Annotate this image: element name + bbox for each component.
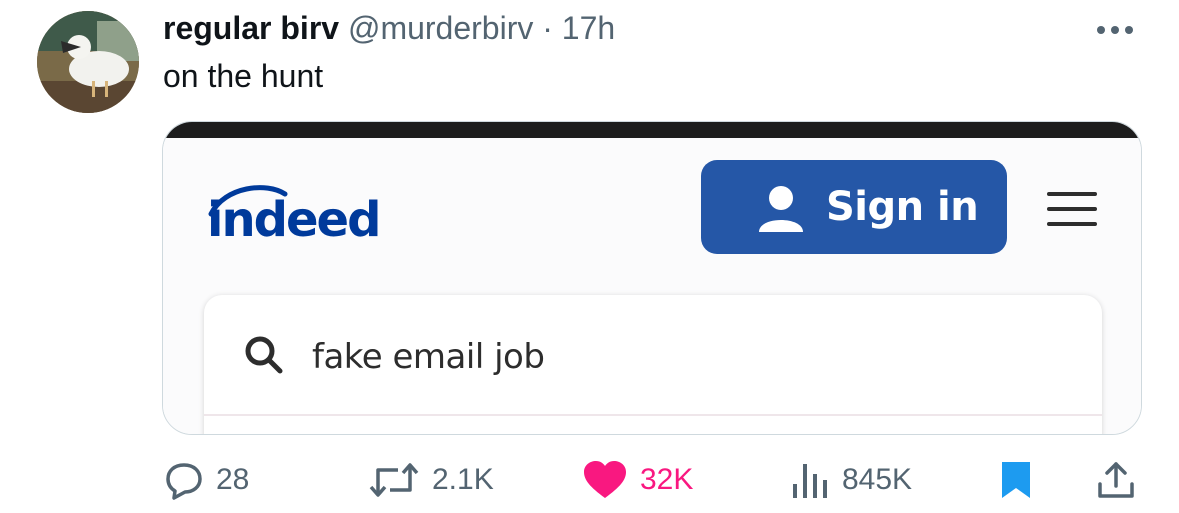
like-count: 32K [640, 463, 694, 496]
search-divider [204, 414, 1102, 416]
tweet-timestamp[interactable]: 17h [562, 10, 615, 46]
reply-button[interactable]: 28 [164, 460, 249, 500]
media-top-bar [163, 122, 1141, 138]
sign-in-label: Sign in [826, 184, 979, 230]
views-count: 845K [842, 463, 913, 496]
tweet-header: regular birv @murderbirv · 17h [163, 8, 615, 48]
retweet-button[interactable]: 2.1K [368, 460, 494, 500]
search-input[interactable]: fake email job [312, 337, 545, 377]
share-icon [1098, 462, 1134, 498]
retweet-count: 2.1K [432, 463, 494, 496]
indeed-screenshot: indeed Sign in fake email job [163, 138, 1141, 434]
bookmark-button[interactable] [1000, 460, 1032, 500]
person-icon [759, 186, 803, 232]
heart-icon [584, 461, 626, 498]
search-icon [245, 336, 283, 374]
tweet-actions: 28 2.1K 32K 845K [0, 440, 1179, 510]
indeed-logo: indeed [207, 178, 417, 258]
display-name[interactable]: regular birv [163, 10, 339, 46]
reply-count: 28 [216, 463, 250, 496]
like-button[interactable]: 32K [582, 460, 693, 500]
share-button[interactable] [1096, 460, 1136, 500]
search-card[interactable]: fake email job [204, 295, 1102, 434]
tweet-media[interactable]: indeed Sign in fake email job [162, 121, 1142, 435]
avatar[interactable] [37, 11, 139, 113]
views-button[interactable]: 845K [790, 460, 912, 500]
hamburger-icon[interactable] [1047, 190, 1097, 228]
retweet-icon [369, 463, 419, 497]
user-handle[interactable]: @murderbirv [348, 10, 533, 46]
reply-icon [166, 463, 202, 500]
indeed-wordmark: indeed [207, 192, 381, 248]
header-separator: · [542, 10, 553, 46]
bookmark-icon [1002, 462, 1030, 498]
views-icon [793, 464, 827, 498]
more-icon[interactable] [1092, 18, 1138, 42]
sign-in-button[interactable]: Sign in [701, 160, 1007, 254]
tweet-text: on the hunt [163, 58, 324, 94]
